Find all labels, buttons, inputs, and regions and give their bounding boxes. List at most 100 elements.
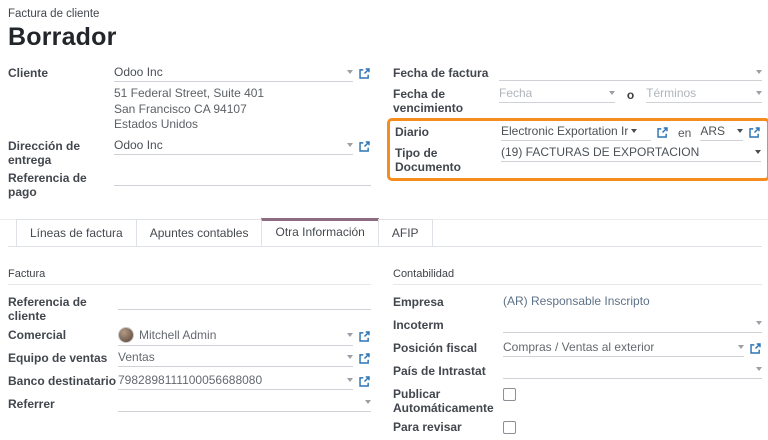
cliente-field[interactable]: Odoo Inc xyxy=(114,65,353,82)
referencia-cliente-label: Referencia de cliente xyxy=(8,294,118,323)
caret-down-icon[interactable] xyxy=(756,91,762,95)
header: Factura de cliente Borrador xyxy=(8,8,762,52)
pais-intrastat-label: País de Intrastat xyxy=(393,363,503,378)
tab-lineas-de-factura[interactable]: Líneas de factura xyxy=(16,219,137,246)
caret-down-icon[interactable] xyxy=(737,129,743,133)
tipo-documento-field[interactable]: (19) FACTURAS DE EXPORTACION xyxy=(501,145,761,162)
para-revisar-checkbox[interactable] xyxy=(503,421,516,434)
publicar-automaticamente-row: Publicar Automáticamente xyxy=(393,386,762,415)
equipo-ventas-row: Equipo de ventas Ventas xyxy=(8,350,371,369)
diario-journal-field[interactable]: Electronic Exportation Ir xyxy=(501,124,651,141)
incoterm-field[interactable] xyxy=(503,317,762,333)
caret-down-icon[interactable] xyxy=(365,400,371,404)
referencia-pago-label: Referencia de pago xyxy=(8,170,114,199)
caret-down-icon[interactable] xyxy=(756,367,762,371)
en-separator: en xyxy=(678,126,691,140)
fecha-placeholder: Fecha xyxy=(499,86,532,100)
caret-down-icon[interactable] xyxy=(755,150,761,154)
cliente-label: Cliente xyxy=(8,65,114,80)
or-separator: o xyxy=(627,88,634,102)
referrer-label: Referrer xyxy=(8,396,118,411)
direccion-entrega-value: Odoo Inc xyxy=(114,138,163,152)
comercial-row: Comercial Mitchell Admin xyxy=(8,327,371,346)
currency-value: ARS xyxy=(700,124,725,138)
tipo-documento-label: Tipo de Documento xyxy=(395,145,501,174)
empresa-label: Empresa xyxy=(393,294,503,309)
factura-group: Factura Referencia de cliente Comercial xyxy=(8,268,371,415)
address-line: Estados Unidos xyxy=(114,117,371,133)
partner-column: Cliente Odoo Inc 51 Federal Street, Suit… xyxy=(8,65,385,202)
cliente-row: Cliente Odoo Inc xyxy=(8,65,371,83)
caret-down-icon[interactable] xyxy=(347,355,353,359)
caret-down-icon[interactable] xyxy=(738,345,744,349)
user-avatar xyxy=(118,327,134,343)
pais-intrastat-row: País de Intrastat xyxy=(393,363,762,382)
caret-down-icon[interactable] xyxy=(609,91,615,95)
incoterm-label: Incoterm xyxy=(393,317,503,332)
external-link-icon[interactable] xyxy=(358,140,371,153)
publicar-automaticamente-label: Publicar Automáticamente xyxy=(393,386,503,415)
external-link-icon[interactable] xyxy=(358,375,371,388)
tab-apuntes-contables[interactable]: Apuntes contables xyxy=(136,219,263,246)
publicar-automaticamente-checkbox[interactable] xyxy=(503,388,516,401)
tab-otra-informacion[interactable]: Otra Información xyxy=(261,218,378,246)
equipo-ventas-value: Ventas xyxy=(118,350,155,364)
currency-field[interactable]: ARS xyxy=(700,124,743,141)
fecha-factura-field[interactable] xyxy=(499,65,762,81)
external-link-icon[interactable] xyxy=(656,126,669,139)
direccion-entrega-field[interactable]: Odoo Inc xyxy=(114,138,353,155)
empresa-row: Empresa (AR) Responsable Inscripto xyxy=(393,294,762,313)
external-link-icon[interactable] xyxy=(358,67,371,80)
fecha-vencimiento-label: Fecha de vencimiento xyxy=(393,86,499,115)
tipo-documento-value: (19) FACTURAS DE EXPORTACION xyxy=(501,145,699,159)
external-link-icon[interactable] xyxy=(358,330,371,343)
address-line: San Francisco CA 94107 xyxy=(114,102,371,118)
caret-down-icon[interactable] xyxy=(347,333,353,337)
terminos-placeholder: Términos xyxy=(646,86,696,100)
factura-column: Factura Referencia de cliente Comercial xyxy=(8,268,385,440)
caret-down-icon[interactable] xyxy=(347,143,353,147)
fecha-factura-row: Fecha de factura xyxy=(393,65,762,83)
diario-journal-value: Electronic Exportation Ir xyxy=(501,124,628,138)
caret-down-icon[interactable] xyxy=(756,70,762,74)
contabilidad-group: Contabilidad Empresa (AR) Responsable In… xyxy=(393,268,762,438)
pais-intrastat-field[interactable] xyxy=(503,363,762,379)
comercial-label: Comercial xyxy=(8,327,118,342)
referencia-cliente-field[interactable] xyxy=(118,294,371,310)
tab-afip[interactable]: AFIP xyxy=(378,219,433,246)
notebook: Líneas de factura Apuntes contables Otra… xyxy=(8,219,762,440)
factura-group-title: Factura xyxy=(8,268,371,285)
external-link-icon[interactable] xyxy=(748,126,761,139)
external-link-icon[interactable] xyxy=(749,342,762,355)
contabilidad-column: Contabilidad Empresa (AR) Responsable In… xyxy=(385,268,762,440)
posicion-fiscal-field[interactable]: Compras / Ventas al exterior xyxy=(503,340,744,357)
referencia-pago-field[interactable] xyxy=(114,170,371,186)
caret-down-icon[interactable] xyxy=(631,129,637,133)
posicion-fiscal-row: Posición fiscal Compras / Ventas al exte… xyxy=(393,340,762,359)
direccion-entrega-label: Dirección de entrega xyxy=(8,138,114,167)
invoice-form-page: Factura de cliente Borrador Cliente Odoo… xyxy=(0,0,768,440)
caret-down-icon[interactable] xyxy=(347,70,353,74)
external-link-icon[interactable] xyxy=(358,352,371,365)
banco-destinatario-field[interactable]: 7982898111100056688080 xyxy=(118,373,353,390)
banco-destinatario-label: Banco destinatario xyxy=(8,373,118,388)
breadcrumb: Factura de cliente xyxy=(8,8,762,20)
posicion-fiscal-value: Compras / Ventas al exterior xyxy=(503,340,654,354)
equipo-ventas-field[interactable]: Ventas xyxy=(118,350,353,367)
terminos-field[interactable]: Términos xyxy=(646,86,762,103)
contabilidad-group-title: Contabilidad xyxy=(393,268,762,285)
fecha-vencimiento-date-field[interactable]: Fecha xyxy=(499,86,615,103)
caret-down-icon[interactable] xyxy=(347,378,353,382)
tipo-documento-row: Tipo de Documento (19) FACTURAS DE EXPOR… xyxy=(395,145,761,174)
invoice-top-form: Cliente Odoo Inc 51 Federal Street, Suit… xyxy=(8,65,762,202)
diario-row: Diario Electronic Exportation Ir en ARS xyxy=(395,124,761,142)
caret-down-icon[interactable] xyxy=(756,321,762,325)
empresa-value: (AR) Responsable Inscripto xyxy=(503,294,650,308)
para-revisar-row: Para revisar xyxy=(393,419,762,438)
referrer-field[interactable] xyxy=(118,396,371,412)
cliente-value: Odoo Inc xyxy=(114,65,163,79)
posicion-fiscal-label: Posición fiscal xyxy=(393,340,503,355)
comercial-field[interactable]: Mitchell Admin xyxy=(118,327,353,346)
referrer-row: Referrer xyxy=(8,396,371,415)
referencia-cliente-row: Referencia de cliente xyxy=(8,294,371,323)
